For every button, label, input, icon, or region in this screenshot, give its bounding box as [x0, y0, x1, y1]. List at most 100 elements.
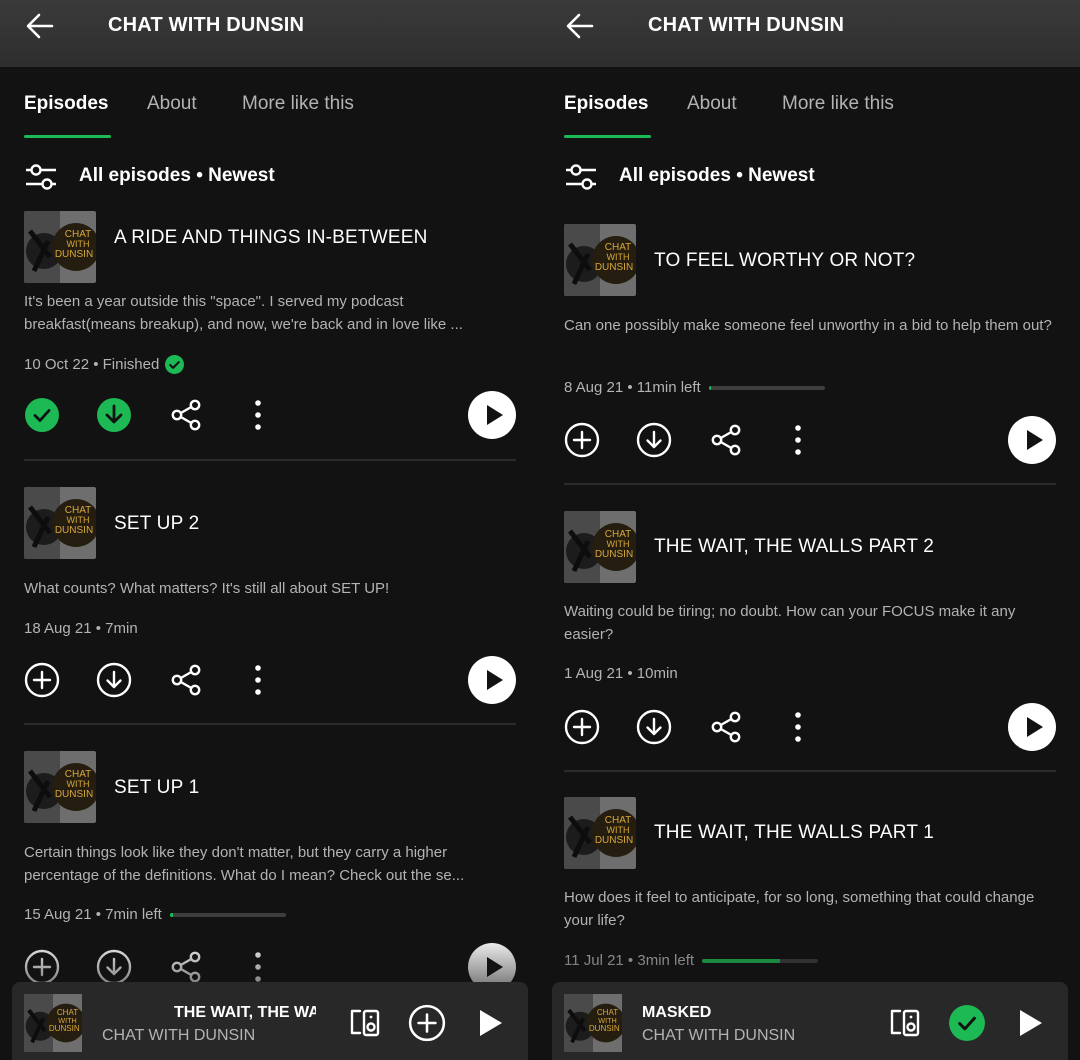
svg-text:WITH: WITH	[67, 515, 90, 525]
share-icon[interactable]	[168, 397, 204, 433]
downloaded-icon[interactable]	[96, 397, 132, 433]
added-check-icon[interactable]	[948, 1004, 986, 1042]
add-icon[interactable]	[24, 662, 60, 698]
svg-text:DUNSIN: DUNSIN	[595, 835, 633, 846]
header-bar: CHAT WITH DUNSIN	[0, 0, 540, 67]
podcast-art-icon: CHATWITHDUNSIN	[564, 224, 636, 296]
progress-bar	[169, 912, 286, 917]
more-options-icon[interactable]	[240, 397, 276, 433]
mini-player-subtitle: CHAT WITH DUNSIN	[642, 1027, 796, 1044]
page-title: CHAT WITH DUNSIN	[108, 14, 305, 36]
podcast-art-icon: CHATWITHDUNSIN	[564, 511, 636, 583]
play-icon[interactable]	[470, 1004, 508, 1042]
arrow-left-icon[interactable]	[24, 10, 56, 42]
mini-player[interactable]: CHAT WITH DUNSIN THE WAIT, THE WA CHAT WIT…	[12, 982, 528, 1060]
episode-date-remaining: 11 Jul 21 • 3min left	[564, 952, 695, 969]
add-icon[interactable]	[24, 949, 60, 985]
episode-description: What counts? What matters? It's still al…	[24, 580, 390, 597]
episode-actions	[564, 416, 1056, 466]
sliders-icon	[566, 164, 596, 190]
episode-description: Can one possibly make someone feel unwor…	[564, 317, 1052, 334]
play-button[interactable]	[468, 391, 516, 439]
svg-text:WITH: WITH	[607, 539, 630, 549]
podcast-art-icon: CHATWITHDUNSIN	[24, 211, 96, 283]
share-icon[interactable]	[168, 949, 204, 985]
page-title: CHAT WITH DUNSIN	[648, 14, 845, 36]
play-triangle-icon	[1027, 430, 1043, 450]
mini-player-title: MASKED	[642, 1004, 712, 1021]
podcast-art-icon: CHATWITHDUNSIN	[24, 751, 96, 823]
svg-text:DUNSIN: DUNSIN	[595, 549, 633, 560]
more-options-icon[interactable]	[780, 422, 816, 458]
filter-label: All episodes • Newest	[79, 165, 275, 186]
episode-title: SET UP 2	[114, 513, 200, 534]
connect-device-icon[interactable]	[346, 1004, 384, 1042]
download-icon[interactable]	[96, 662, 132, 698]
more-options-icon[interactable]	[240, 662, 276, 698]
tab-episodes[interactable]: Episodes	[564, 93, 648, 115]
tab-bar: Episodes About More like this	[0, 67, 540, 143]
podcast-art-icon: CHATWITHDUNSIN	[564, 994, 622, 1052]
episode-meta: 18 Aug 21 • 7min	[24, 620, 138, 637]
divider	[24, 459, 516, 461]
episode-meta: 10 Oct 22 • Finished	[24, 355, 185, 374]
svg-text:DUNSIN: DUNSIN	[49, 1024, 80, 1033]
header-bar: CHAT WITH DUNSIN	[540, 0, 1080, 67]
mini-player[interactable]: CHAT WITH DUNSIN MASKED CHAT WITH DUNSIN	[552, 982, 1068, 1060]
share-icon[interactable]	[168, 662, 204, 698]
tab-more-like-this[interactable]: More like this	[242, 93, 354, 115]
more-options-icon[interactable]	[780, 709, 816, 745]
episode-actions	[564, 703, 1056, 753]
episode-cover: CHAT WITH DUNSIN	[24, 751, 96, 823]
episode-date-status: 10 Oct 22 • Finished	[24, 356, 160, 373]
tab-about[interactable]: About	[687, 93, 737, 115]
episode-title: THE WAIT, THE WALLS PART 1	[654, 822, 935, 843]
divider	[564, 483, 1056, 485]
mini-player-cover: CHAT WITH DUNSIN	[24, 994, 82, 1052]
more-options-icon[interactable]	[240, 949, 276, 985]
svg-text:DUNSIN: DUNSIN	[55, 789, 93, 800]
episode-meta: 8 Aug 21 • 11min left	[564, 379, 825, 396]
play-button[interactable]	[1008, 703, 1056, 751]
share-icon[interactable]	[708, 422, 744, 458]
episode-actions	[24, 391, 516, 441]
play-triangle-icon	[1027, 717, 1043, 737]
mini-player-cover: CHAT WITH DUNSIN	[564, 994, 622, 1052]
added-check-icon[interactable]	[24, 397, 60, 433]
episode-meta: 1 Aug 21 • 10min	[564, 665, 678, 682]
svg-text:DUNSIN: DUNSIN	[589, 1024, 620, 1033]
add-icon[interactable]	[564, 422, 600, 458]
active-tab-indicator	[24, 135, 111, 138]
tab-about[interactable]: About	[147, 93, 197, 115]
tab-episodes[interactable]: Episodes	[24, 93, 108, 115]
add-icon[interactable]	[408, 1004, 446, 1042]
download-icon[interactable]	[96, 949, 132, 985]
tab-more-like-this[interactable]: More like this	[782, 93, 894, 115]
filter-label: All episodes • Newest	[619, 165, 815, 186]
sliders-icon	[26, 164, 56, 190]
episode-cover: CHAT WITH DUNSIN	[564, 511, 636, 583]
episode-title: A RIDE AND THINGS IN-BETWEEN	[114, 227, 428, 248]
progress-bar	[708, 385, 825, 390]
episode-actions	[24, 656, 516, 706]
progress-fill	[169, 912, 174, 917]
download-icon[interactable]	[636, 709, 672, 745]
share-icon[interactable]	[708, 709, 744, 745]
active-tab-indicator	[564, 135, 651, 138]
episode-cover: CHAT WITH DUNSIN	[564, 224, 636, 296]
download-icon[interactable]	[636, 422, 672, 458]
play-icon[interactable]	[1010, 1004, 1048, 1042]
arrow-left-icon[interactable]	[564, 10, 596, 42]
episode-cover: CHAT WITH DUNSIN	[24, 487, 96, 559]
episode-cover: CHAT WITH DUNSIN	[24, 211, 96, 283]
progress-fill	[702, 958, 780, 963]
play-button[interactable]	[1008, 416, 1056, 464]
episode-description: Certain things look like they don't matt…	[24, 844, 465, 884]
progress-bar	[702, 958, 819, 963]
play-triangle-icon	[487, 670, 503, 690]
play-button[interactable]	[468, 656, 516, 704]
podcast-art-icon: CHATWITHDUNSIN	[24, 994, 82, 1052]
connect-device-icon[interactable]	[886, 1004, 924, 1042]
add-icon[interactable]	[564, 709, 600, 745]
episode-date-duration: 18 Aug 21 • 7min	[24, 620, 138, 637]
